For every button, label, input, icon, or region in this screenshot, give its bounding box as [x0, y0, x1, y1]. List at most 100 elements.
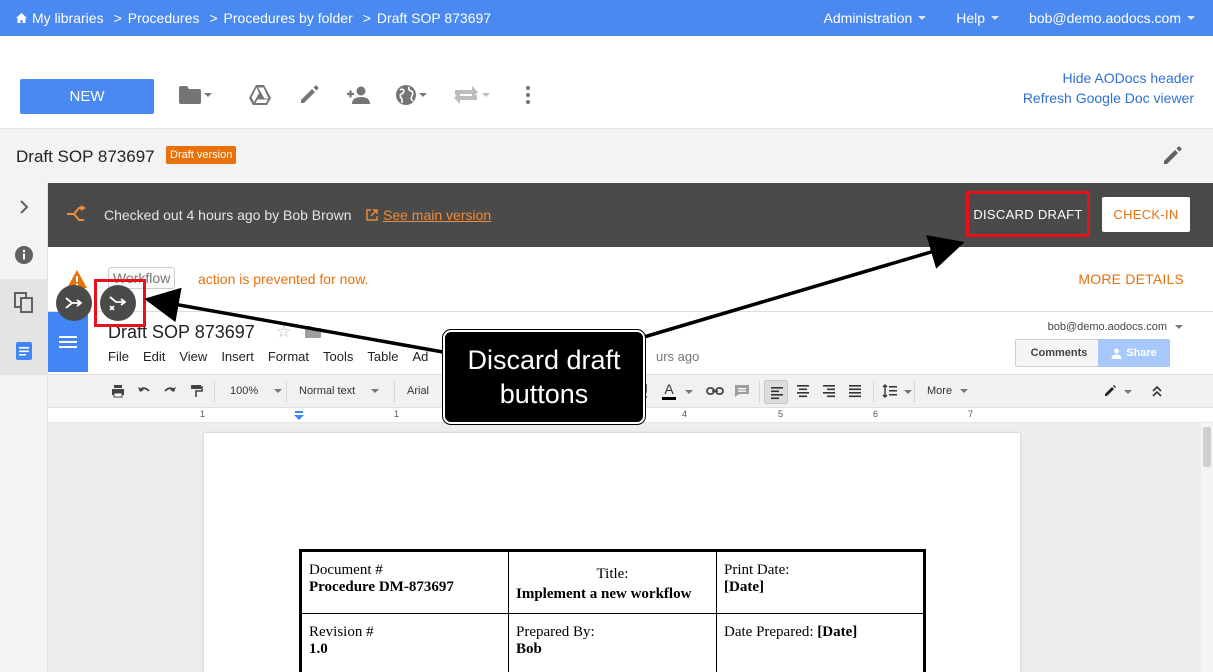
- comments-button[interactable]: Comments: [1015, 339, 1103, 367]
- sidebar-expand-button[interactable]: [0, 183, 48, 231]
- table-cell[interactable]: Date Prepared: [Date]: [716, 613, 925, 672]
- cell-label: Prepared By:: [516, 624, 595, 640]
- paint-format-icon[interactable]: [189, 384, 203, 398]
- see-main-version-link[interactable]: See main version: [366, 207, 491, 223]
- refresh-viewer-link[interactable]: Refresh Google Doc viewer: [1023, 88, 1194, 108]
- toolbar-divider: [914, 381, 915, 403]
- breadcrumb-separator: >: [113, 10, 122, 26]
- breadcrumb-label: Procedures by folder: [223, 10, 353, 26]
- gdocs-menu-bar: File Edit View Insert Format Tools Table…: [108, 349, 428, 364]
- sidebar-item-info[interactable]: [0, 231, 48, 279]
- menu-table[interactable]: Table: [367, 349, 398, 364]
- more-details-button[interactable]: MORE DETAILS: [1078, 271, 1184, 287]
- font-select[interactable]: Arial: [407, 385, 429, 397]
- share-button[interactable]: Share: [1098, 339, 1170, 367]
- redo-icon[interactable]: [163, 384, 177, 398]
- folder-icon[interactable]: [304, 325, 322, 339]
- more-menu-button[interactable]: More: [927, 385, 969, 397]
- print-icon[interactable]: [111, 384, 125, 398]
- breadcrumb-procedures-by-folder[interactable]: > Procedures by folder: [209, 10, 352, 26]
- star-icon[interactable]: ☆: [276, 322, 291, 342]
- line-spacing-icon[interactable]: [882, 384, 898, 398]
- table-cell[interactable]: Document # Procedure DM-873697: [300, 550, 509, 614]
- hide-header-link[interactable]: Hide AODocs header: [1023, 68, 1194, 88]
- visibility-menu-button[interactable]: [395, 82, 427, 108]
- chevron-down-icon: [1187, 16, 1195, 20]
- menu-format[interactable]: Format: [268, 349, 309, 364]
- table-cell[interactable]: Title: Implement a new workflow: [508, 550, 717, 614]
- sync-menu-button[interactable]: [452, 82, 490, 108]
- sidebar-item-versions[interactable]: [0, 279, 48, 327]
- scrollbar-thumb[interactable]: [1203, 427, 1211, 467]
- indent-marker-icon[interactable]: [293, 411, 305, 421]
- align-left-button[interactable]: [764, 380, 788, 404]
- menu-edit[interactable]: Edit: [143, 349, 165, 364]
- comment-icon[interactable]: [734, 384, 750, 398]
- left-sidebar: [0, 183, 48, 672]
- edit-mode-pencil-icon[interactable]: [1103, 384, 1117, 398]
- cell-value: [Date]: [724, 579, 764, 595]
- zoom-value: 100%: [230, 385, 259, 397]
- info-icon: [15, 246, 33, 264]
- style-select[interactable]: Normal text: [299, 385, 380, 397]
- administration-label: Administration: [823, 10, 913, 26]
- font-value: Arial: [407, 385, 430, 397]
- gdocs-user[interactable]: bob@demo.aodocs.com: [1048, 321, 1183, 333]
- zoom-select[interactable]: 100%: [230, 385, 283, 397]
- open-in-new-icon: [366, 209, 378, 221]
- breadcrumb-separator: >: [209, 10, 218, 26]
- copy-icon: [14, 292, 33, 313]
- last-edit-text[interactable]: urs ago: [656, 349, 699, 364]
- document-scrollbar[interactable]: [1201, 423, 1213, 672]
- breadcrumb-current-document[interactable]: > Draft SOP 873697: [363, 10, 491, 26]
- breadcrumb-label: Draft SOP 873697: [376, 10, 492, 26]
- more-label: More: [927, 385, 953, 397]
- more-options-button[interactable]: [521, 82, 535, 108]
- share-user-button[interactable]: [346, 82, 372, 108]
- chevron-down-icon: [419, 93, 427, 97]
- check-in-button[interactable]: CHECK-IN: [1102, 197, 1190, 232]
- document-page[interactable]: Document # Procedure DM-873697 Title: Im…: [204, 433, 1020, 672]
- menu-addons[interactable]: Ad: [412, 349, 428, 364]
- table-cell[interactable]: Revision # 1.0: [300, 613, 509, 672]
- breadcrumb-my-libraries[interactable]: My libraries: [16, 10, 104, 26]
- help-label: Help: [956, 10, 986, 26]
- text-color-button[interactable]: A: [662, 381, 676, 400]
- link-icon[interactable]: [706, 385, 724, 397]
- administration-menu[interactable]: Administration: [824, 10, 927, 26]
- align-justify-icon[interactable]: [848, 384, 862, 398]
- breadcrumb: My libraries > Procedures > Procedures b…: [0, 10, 501, 26]
- undo-icon[interactable]: [137, 384, 151, 398]
- sidebar-item-document[interactable]: [0, 327, 48, 375]
- document-header-table: Document # Procedure DM-873697 Title: Im…: [299, 549, 926, 672]
- ruler-number: 1: [200, 409, 206, 419]
- menu-view[interactable]: View: [179, 349, 207, 364]
- chevron-down-icon: [991, 16, 1000, 20]
- drive-button[interactable]: [248, 82, 272, 108]
- document-icon: [16, 342, 32, 360]
- breadcrumb-procedures[interactable]: > Procedures: [114, 10, 200, 26]
- align-right-icon[interactable]: [822, 384, 836, 398]
- edit-button[interactable]: [298, 82, 320, 108]
- breadcrumb-label: Procedures: [127, 10, 200, 26]
- merge-icon: [65, 297, 83, 309]
- align-center-icon[interactable]: [796, 384, 810, 398]
- cell-value: Implement a new workflow: [516, 586, 692, 602]
- menu-file[interactable]: File: [108, 349, 129, 364]
- collapse-icon[interactable]: [1150, 384, 1164, 398]
- table-cell[interactable]: Prepared By: Bob: [508, 613, 717, 672]
- style-value: Normal text: [299, 385, 356, 397]
- pencil-icon: [1164, 146, 1182, 164]
- menu-insert[interactable]: Insert: [221, 349, 254, 364]
- help-menu[interactable]: Help: [956, 10, 1000, 26]
- table-cell[interactable]: Print Date: [Date]: [716, 550, 925, 614]
- highlight-box: [94, 279, 146, 327]
- menu-tools[interactable]: Tools: [323, 349, 353, 364]
- user-menu[interactable]: bob@demo.aodocs.com: [1029, 10, 1195, 26]
- discard-draft-button[interactable]: DISCARD DRAFT: [966, 191, 1090, 237]
- folder-menu-button[interactable]: [178, 82, 212, 108]
- edit-title-button[interactable]: [1161, 145, 1183, 172]
- ruler-number: 6: [873, 409, 879, 419]
- merge-draft-round-button[interactable]: [56, 285, 92, 321]
- new-button[interactable]: NEW: [20, 79, 154, 114]
